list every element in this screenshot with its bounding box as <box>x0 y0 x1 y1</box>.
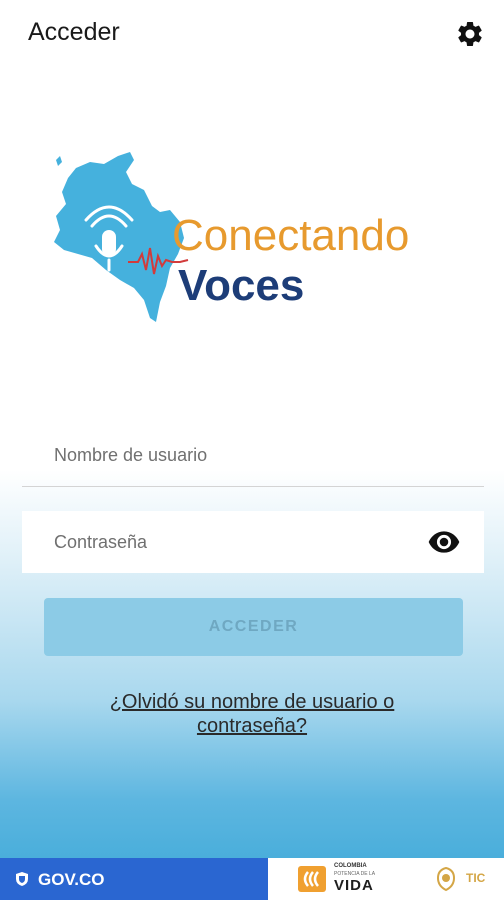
gear-icon[interactable] <box>455 19 485 49</box>
eye-icon[interactable] <box>428 530 460 554</box>
gov-label: GOV.CO <box>38 870 105 889</box>
colombia-vida-logo-icon <box>298 866 326 892</box>
forgot-link-line2: contraseña? <box>196 715 308 737</box>
footer-bar: GOV.CO COLOMBIA POTENCIA DE LA VIDA TIC <box>0 858 504 900</box>
top-bar: Acceder <box>0 0 504 66</box>
username-input[interactable] <box>22 424 484 486</box>
password-input[interactable] <box>22 511 484 573</box>
logo-line2: Voces <box>178 261 304 310</box>
coat-of-arms-icon <box>16 872 28 886</box>
page-title: Acceder <box>28 18 120 46</box>
colombia-map-shape <box>54 152 184 322</box>
tic-crest-icon <box>436 866 456 892</box>
forgot-credentials-link[interactable]: ¿Olvidó su nombre de usuario o contraseñ… <box>60 690 444 738</box>
partner2-label: TIC <box>466 871 486 885</box>
partner1-line3: VIDA <box>334 877 374 894</box>
logo-line1: Conectando <box>172 211 409 260</box>
partner-logos: COLOMBIA POTENCIA DE LA VIDA TIC <box>268 858 504 900</box>
app-logo: Conectando Voces <box>54 152 409 322</box>
password-field[interactable] <box>22 511 484 573</box>
partner1-line1: COLOMBIA <box>334 863 367 869</box>
username-field[interactable] <box>22 424 484 487</box>
login-button[interactable]: ACCEDER <box>44 598 463 656</box>
gov-banner[interactable]: GOV.CO <box>0 858 268 900</box>
forgot-link-line1: ¿Olvidó su nombre de usuario o <box>109 691 395 713</box>
